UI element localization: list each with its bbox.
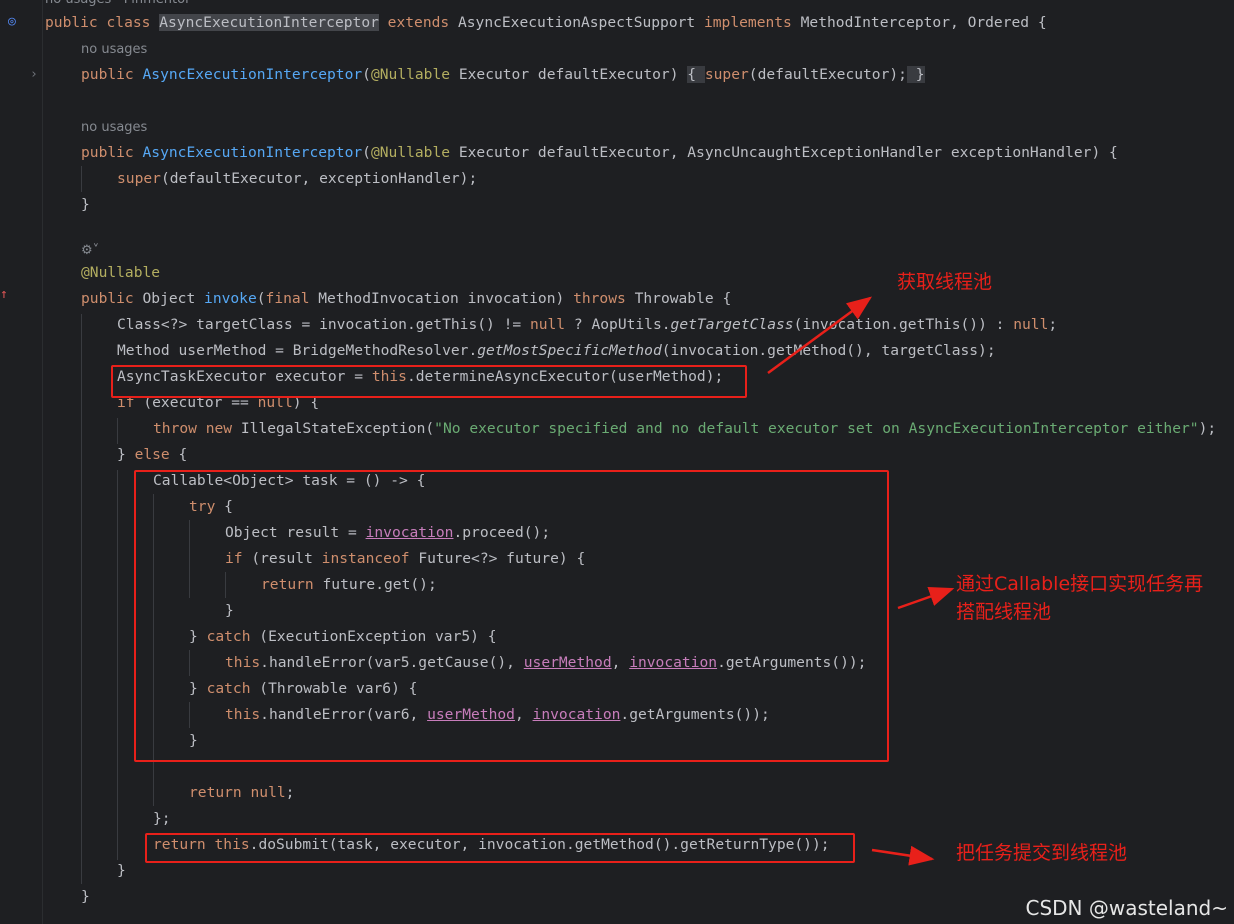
annotation-arrows [767, 296, 955, 866]
note-submit: 把任务提交到线程池 [956, 842, 1128, 864]
arrow-submit [871, 845, 935, 866]
arrow-get-pool [767, 296, 873, 375]
note-callable-line1: 通过Callable接口实现任务再 [956, 573, 1204, 595]
note-callable-line2: 搭配线程池 [956, 601, 1052, 623]
watermark: CSDN @wasteland~ [1025, 896, 1229, 920]
arrow-callable [897, 587, 955, 610]
note-get-pool: 获取线程池 [897, 271, 993, 293]
